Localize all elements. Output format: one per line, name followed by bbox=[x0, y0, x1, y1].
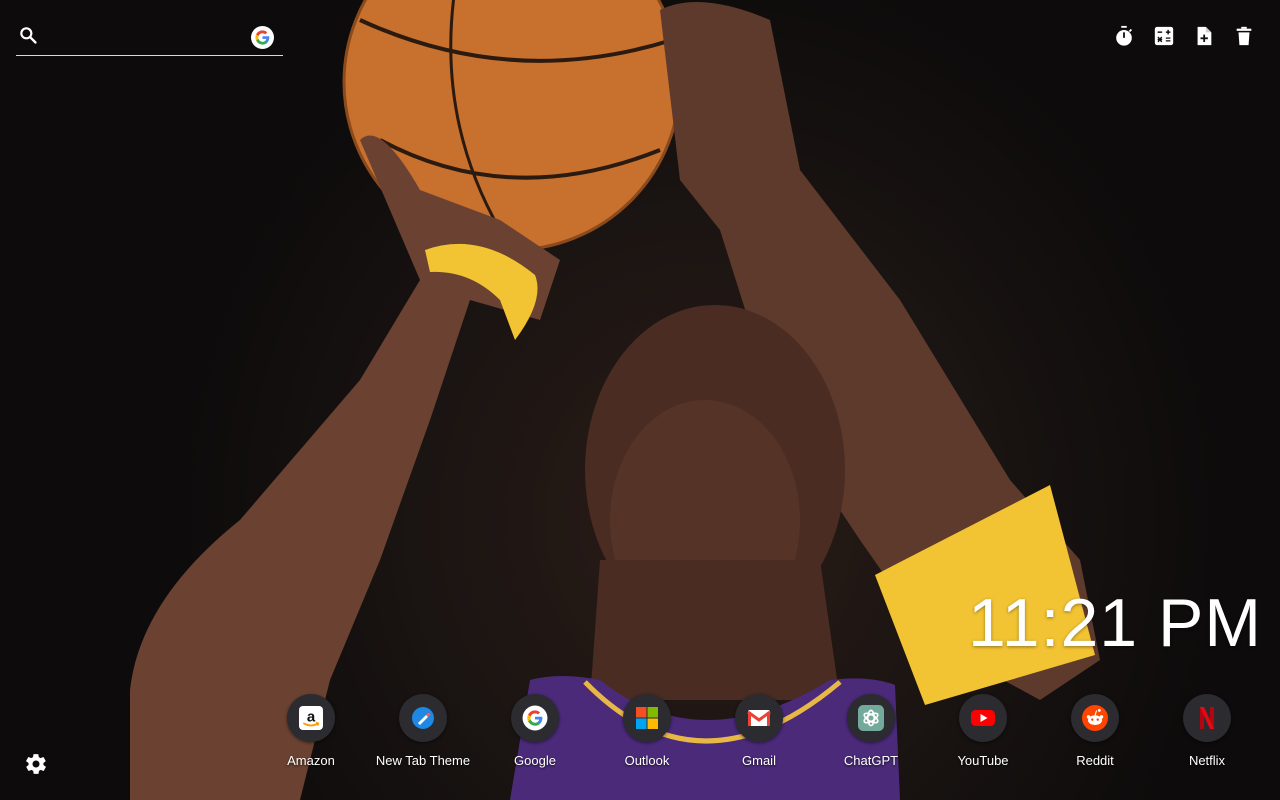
gear-icon[interactable] bbox=[24, 752, 48, 776]
search-bar[interactable] bbox=[16, 22, 283, 56]
add-note-icon[interactable] bbox=[1192, 24, 1216, 48]
netflix-icon[interactable] bbox=[1183, 694, 1231, 742]
shortcut-label: YouTube bbox=[957, 753, 1009, 768]
shortcut-label: Reddit bbox=[1076, 753, 1114, 768]
shortcut-youtube[interactable]: YouTube bbox=[927, 694, 1039, 768]
shortcut-amazon[interactable]: a Amazon bbox=[255, 694, 367, 768]
shortcut-label: Google bbox=[514, 753, 556, 768]
outlook-icon[interactable] bbox=[623, 694, 671, 742]
calculator-icon[interactable] bbox=[1152, 24, 1176, 48]
clock-time: 11:21 PM bbox=[967, 585, 1262, 661]
search-input[interactable] bbox=[46, 24, 250, 50]
shortcut-gmail[interactable]: Gmail bbox=[703, 694, 815, 768]
search-icon[interactable] bbox=[18, 25, 38, 45]
gmail-icon[interactable] bbox=[735, 694, 783, 742]
shortcut-outlook[interactable]: Outlook bbox=[591, 694, 703, 768]
shortcut-netflix[interactable]: Netflix bbox=[1151, 694, 1263, 768]
shortcuts-dock: a Amazon New Tab Theme Google Outlook Gm… bbox=[255, 694, 1263, 768]
amazon-icon[interactable]: a bbox=[287, 694, 335, 742]
shortcut-new-tab-theme[interactable]: New Tab Theme bbox=[367, 694, 479, 768]
google-g-icon[interactable] bbox=[251, 26, 274, 49]
shortcut-chatgpt[interactable]: ChatGPT bbox=[815, 694, 927, 768]
new-tab-theme-icon[interactable] bbox=[399, 694, 447, 742]
chatgpt-icon[interactable] bbox=[847, 694, 895, 742]
reddit-icon[interactable] bbox=[1071, 694, 1119, 742]
shortcut-label: Gmail bbox=[742, 753, 776, 768]
shortcut-reddit[interactable]: Reddit bbox=[1039, 694, 1151, 768]
shortcut-label: ChatGPT bbox=[843, 753, 899, 768]
shortcut-label: Amazon bbox=[287, 753, 335, 768]
stopwatch-icon[interactable] bbox=[1112, 24, 1136, 48]
youtube-icon[interactable] bbox=[959, 694, 1007, 742]
svg-text:a: a bbox=[307, 709, 316, 726]
shortcut-label: Outlook bbox=[624, 753, 670, 768]
top-toolbar bbox=[1112, 24, 1256, 48]
wallpaper-illustration bbox=[130, 0, 1100, 800]
shortcut-label: Netflix bbox=[1188, 753, 1226, 768]
google-icon[interactable] bbox=[511, 694, 559, 742]
shortcut-label: New Tab Theme bbox=[375, 753, 471, 768]
shortcut-google[interactable]: Google bbox=[479, 694, 591, 768]
trash-icon[interactable] bbox=[1232, 24, 1256, 48]
wallpaper-background bbox=[0, 0, 1280, 800]
